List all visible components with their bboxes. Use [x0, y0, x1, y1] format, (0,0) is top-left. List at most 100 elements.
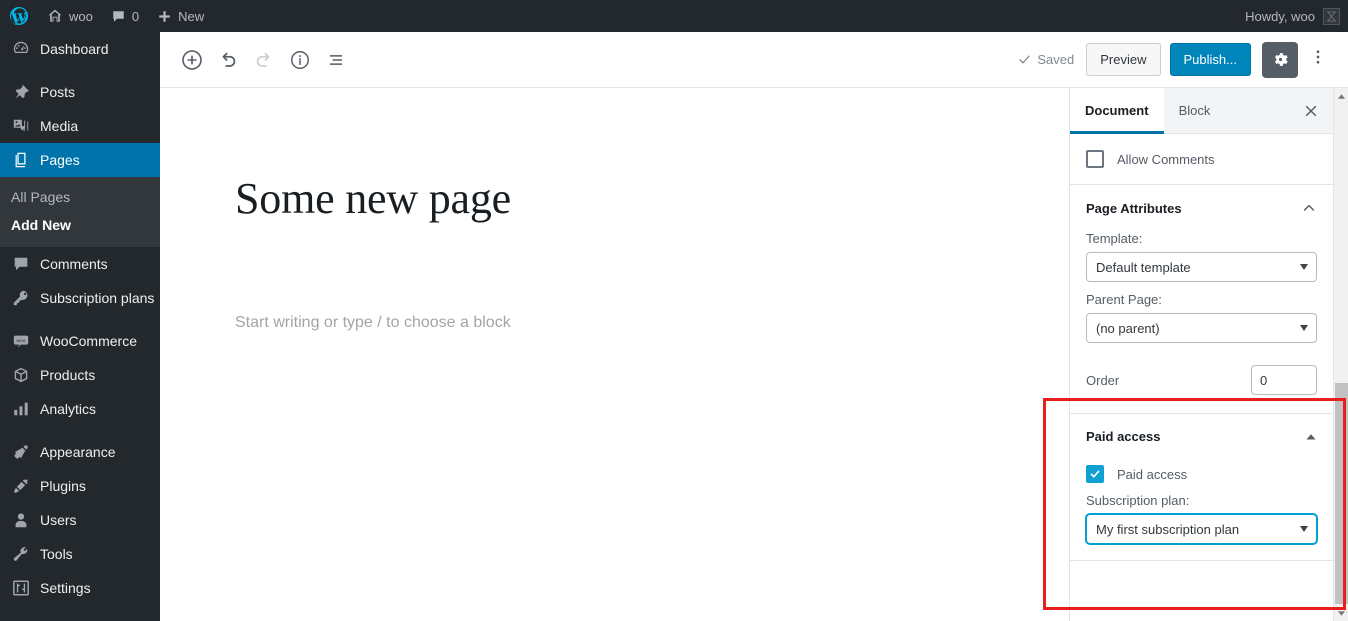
- sidebar-scrollbar-thumb[interactable]: [1335, 383, 1348, 604]
- woo-icon: woo: [11, 331, 31, 351]
- redo-arrow-icon: [253, 49, 275, 71]
- order-input[interactable]: [1251, 365, 1317, 395]
- sidebar-item-pages[interactable]: Pages: [0, 143, 160, 177]
- comments-menu[interactable]: 0: [102, 0, 148, 32]
- panel-paid-access: Paid access Paid access Subscription pla…: [1070, 414, 1333, 561]
- parent-page-select[interactable]: (no parent): [1086, 313, 1317, 343]
- avatar[interactable]: [1323, 7, 1340, 25]
- howdy-label[interactable]: Howdy, woo: [1245, 9, 1323, 24]
- allow-comments-checkbox[interactable]: [1086, 150, 1104, 168]
- default-block-placeholder[interactable]: Start writing or type / to choose a bloc…: [235, 314, 935, 332]
- page-attributes-header[interactable]: Page Attributes: [1070, 185, 1333, 231]
- more-options-button[interactable]: [1300, 42, 1336, 78]
- admin-bar-right: Howdy, woo: [1245, 7, 1348, 25]
- chevron-down-icon: [1300, 264, 1308, 270]
- chevron-down-icon: [1300, 325, 1308, 331]
- gear-icon: [1271, 50, 1290, 69]
- paid-access-checkbox-row[interactable]: Paid access: [1086, 459, 1317, 493]
- content-info-button[interactable]: [282, 42, 318, 78]
- tab-block[interactable]: Block: [1164, 88, 1226, 134]
- saved-status: Saved: [1005, 52, 1086, 67]
- site-name-label: woo: [69, 8, 93, 24]
- menu-separator: [0, 315, 160, 324]
- sidebar-item-label: Dashboard: [40, 41, 109, 57]
- sidebar-item-plugins[interactable]: Plugins: [0, 469, 160, 503]
- close-x-icon: [1303, 103, 1319, 119]
- sidebar-item-comments[interactable]: Comments: [0, 247, 160, 281]
- new-content-menu[interactable]: New: [148, 0, 213, 32]
- products-box-icon: [11, 365, 31, 385]
- undo-button[interactable]: [210, 42, 246, 78]
- redo-button[interactable]: [246, 42, 282, 78]
- template-label: Template:: [1086, 231, 1143, 246]
- key-icon: [11, 288, 31, 308]
- sidebar-item-subscription-plans[interactable]: Subscription plans: [0, 281, 160, 315]
- paid-access-checkbox[interactable]: [1086, 465, 1104, 483]
- subscription-plan-selected-value: My first subscription plan: [1096, 521, 1240, 537]
- sidebar-item-analytics[interactable]: Analytics: [0, 392, 160, 426]
- submenu-item-all-pages[interactable]: All Pages: [0, 183, 160, 211]
- pin-icon: [11, 82, 31, 102]
- menu-separator: [0, 426, 160, 435]
- info-circle-icon: [289, 49, 311, 71]
- wordpress-logo-menu[interactable]: [0, 0, 38, 32]
- parent-page-selected-value: (no parent): [1096, 320, 1160, 336]
- sidebar-item-tools[interactable]: Tools: [0, 537, 160, 571]
- paid-access-body: Paid access Subscription plan: My first …: [1070, 459, 1333, 560]
- close-sidebar-button[interactable]: [1289, 88, 1333, 134]
- post-title-input[interactable]: Some new page: [235, 173, 935, 226]
- sidebar-item-media[interactable]: Media: [0, 109, 160, 143]
- editor-header-actions: Saved Preview Publish...: [1005, 41, 1336, 78]
- paid-access-title: Paid access: [1086, 429, 1161, 444]
- subscription-plan-select[interactable]: My first subscription plan: [1086, 514, 1317, 544]
- page-attributes-title: Page Attributes: [1086, 200, 1182, 216]
- parent-page-label: Parent Page:: [1086, 292, 1162, 307]
- allow-comments-row[interactable]: Allow Comments: [1070, 134, 1333, 184]
- new-content-label: New: [178, 8, 205, 24]
- sidebar-item-label: WooCommerce: [40, 333, 137, 349]
- preview-button[interactable]: Preview: [1086, 43, 1161, 76]
- add-block-button[interactable]: [174, 42, 210, 78]
- plug-icon: [11, 476, 31, 496]
- scroll-arrow-up-icon[interactable]: [1334, 88, 1348, 104]
- settings-toggle-button[interactable]: [1262, 41, 1298, 78]
- admin-bar: woo 0 New Howdy, woo: [0, 0, 1348, 32]
- paid-access-header[interactable]: Paid access: [1070, 414, 1333, 459]
- sidebar-item-label: Users: [40, 512, 77, 528]
- dashboard-icon: [11, 39, 31, 59]
- block-list-icon: [325, 49, 347, 71]
- sidebar-item-settings[interactable]: Settings: [0, 571, 160, 605]
- template-select[interactable]: Default template: [1086, 252, 1317, 282]
- sidebar-item-label: Plugins: [40, 478, 86, 494]
- sidebar-item-posts[interactable]: Posts: [0, 75, 160, 109]
- sidebar-tab-bar: Document Block: [1070, 88, 1333, 134]
- sidebar-item-users[interactable]: Users: [0, 503, 160, 537]
- sidebar-item-label: Media: [40, 118, 79, 134]
- sidebar-item-products[interactable]: Products: [0, 358, 160, 392]
- user-icon: [11, 510, 31, 530]
- sliders-icon: [11, 578, 31, 598]
- paid-access-checkbox-label: Paid access: [1117, 466, 1188, 482]
- sidebar-item-label: Posts: [40, 84, 76, 100]
- scroll-arrow-down-icon[interactable]: [1334, 605, 1348, 621]
- wrench-icon: [11, 544, 31, 564]
- order-label: Order: [1086, 372, 1120, 388]
- block-navigation-button[interactable]: [318, 42, 354, 78]
- sidebar-item-dashboard[interactable]: Dashboard: [0, 32, 160, 66]
- wordpress-icon: [9, 6, 29, 26]
- pages-icon: [11, 150, 31, 170]
- tab-document[interactable]: Document: [1070, 88, 1164, 134]
- template-selected-value: Default template: [1096, 259, 1191, 275]
- sidebar-item-woocommerce[interactable]: woo WooCommerce: [0, 324, 160, 358]
- svg-text:woo: woo: [16, 339, 25, 344]
- media-icon: [11, 116, 31, 136]
- panel-discussion: Allow Comments: [1070, 134, 1333, 185]
- sidebar-item-appearance[interactable]: Appearance: [0, 435, 160, 469]
- sidebar-scrollbar[interactable]: [1333, 88, 1348, 621]
- undo-arrow-icon: [217, 49, 239, 71]
- site-name-menu[interactable]: woo: [38, 0, 102, 32]
- submenu-item-add-new[interactable]: Add New: [0, 211, 160, 239]
- order-row: Order: [1070, 359, 1333, 413]
- publish-button[interactable]: Publish...: [1169, 43, 1251, 76]
- paint-brush-icon: [11, 442, 31, 462]
